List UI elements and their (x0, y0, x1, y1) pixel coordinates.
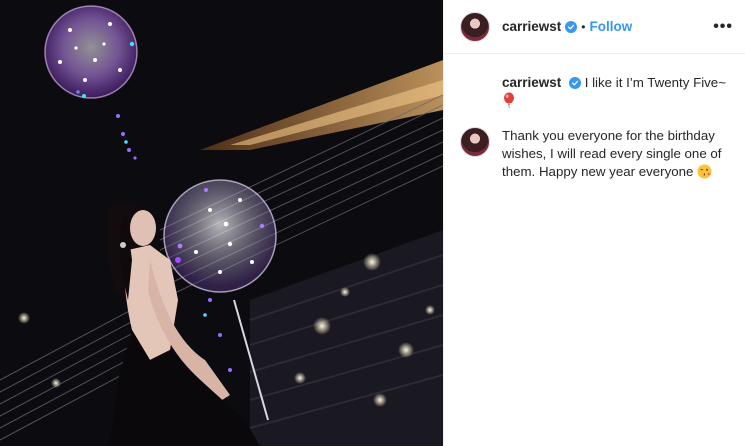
verified-badge-icon (569, 77, 581, 89)
author-username[interactable]: carriewst (502, 19, 561, 34)
comment-item: Thank you everyone for the birthday wish… (460, 127, 729, 184)
more-options-icon[interactable]: ••• (713, 18, 733, 36)
post-side-panel: carriewst • Follow ••• carriewst I like … (443, 0, 745, 446)
comments-list: carriewst I like it I’m Twenty Five~ Tha… (444, 54, 745, 184)
author-avatar[interactable] (460, 11, 490, 42)
caption-item: carriewst I like it I’m Twenty Five~ (460, 74, 729, 113)
follow-button[interactable]: Follow (590, 19, 633, 34)
winking-kiss-face-icon (697, 164, 712, 184)
post-header: carriewst • Follow ••• (444, 0, 745, 54)
comment-text: Thank you everyone for the birthday wish… (502, 128, 722, 179)
balloon-night-photo (0, 0, 443, 446)
post-photo[interactable] (0, 0, 443, 446)
caption-author[interactable]: carriewst (502, 75, 561, 90)
header-separator: • (581, 19, 586, 34)
commenter-avatar[interactable] (460, 127, 490, 157)
verified-badge-icon (565, 20, 578, 33)
caption-text: I like it I’m Twenty Five~ (584, 75, 726, 90)
balloon-icon (502, 92, 516, 113)
